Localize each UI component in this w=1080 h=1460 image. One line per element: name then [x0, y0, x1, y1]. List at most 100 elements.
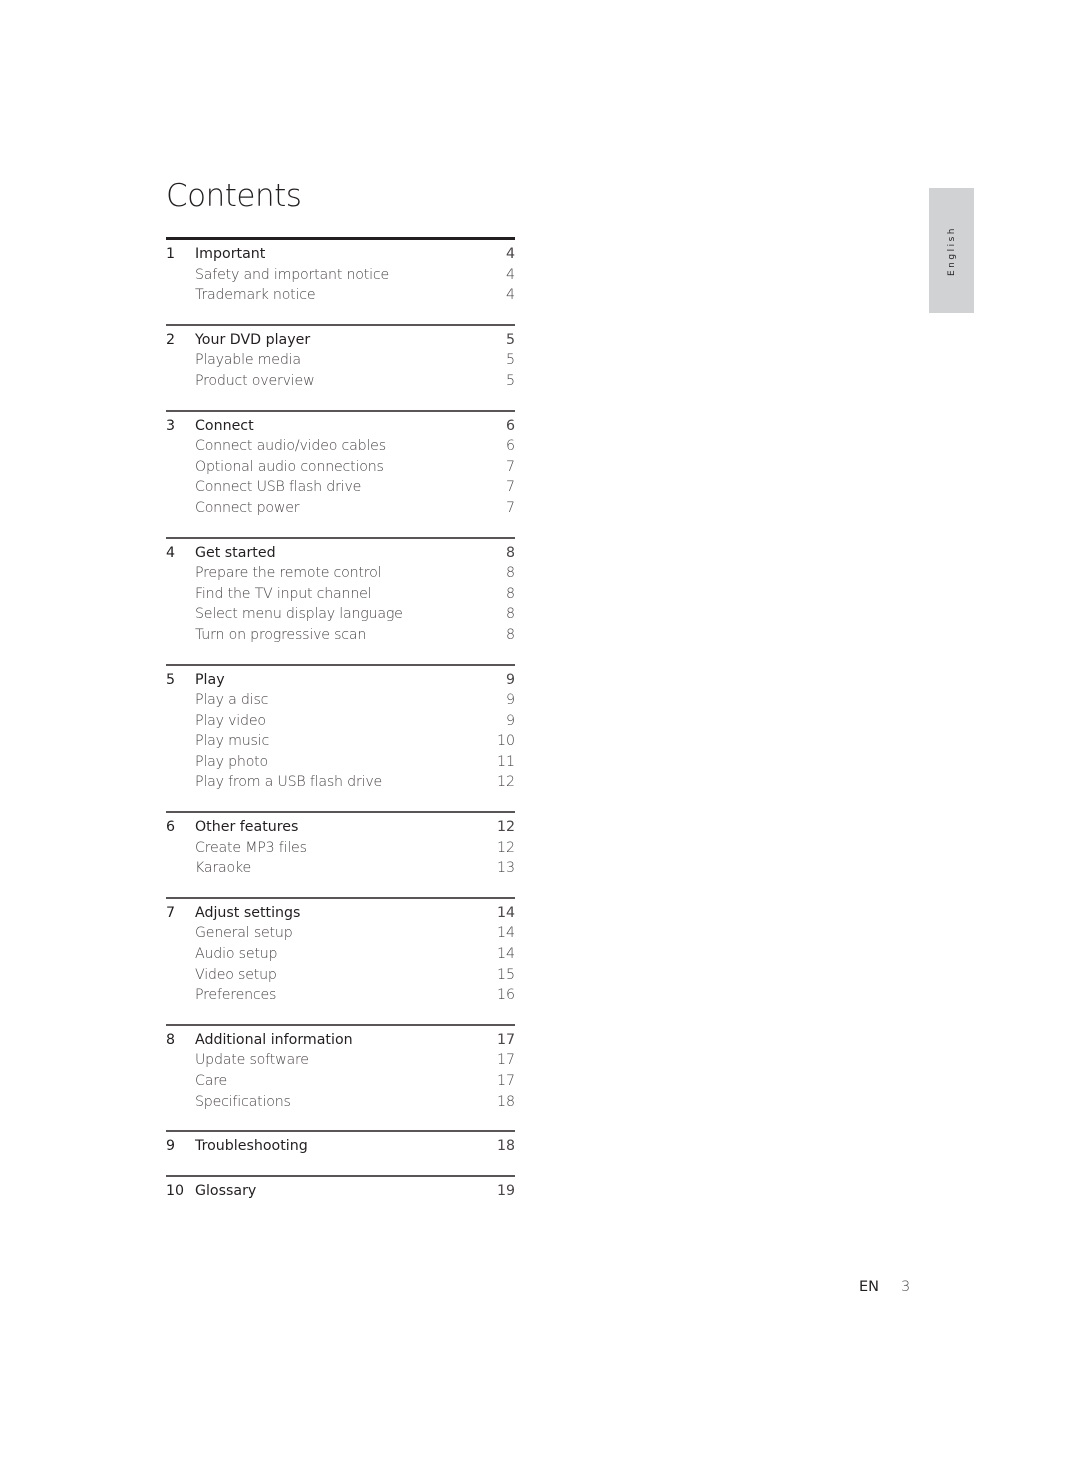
toc-label: Playable media: [195, 352, 301, 369]
toc-chapter-entry[interactable]: 4 Get started 8: [166, 545, 515, 566]
toc-label: Connect: [195, 417, 254, 434]
toc-label: Preferences: [195, 987, 277, 1004]
toc-page-number: 5: [505, 352, 515, 369]
toc-label: Select menu display language: [195, 606, 403, 623]
toc-subentry[interactable]: Play photo 11: [166, 754, 515, 775]
toc-page-number: 9: [505, 712, 515, 729]
toc-label: General setup: [195, 925, 293, 942]
toc-label: Optional audio connections: [195, 458, 384, 475]
toc-label: Play a disc: [195, 692, 269, 709]
toc-subentry[interactable]: Select menu display language 8: [166, 606, 515, 627]
toc-subentry[interactable]: Trademark notice 4: [166, 287, 515, 308]
toc-chapter-entry[interactable]: 2 Your DVD player 5: [166, 332, 515, 353]
toc-number: 1: [166, 246, 176, 262]
toc-subentry[interactable]: Turn on progressive scan 8: [166, 627, 515, 648]
toc-subentry[interactable]: Playable media 5: [166, 352, 515, 373]
toc-label: Get started: [195, 544, 276, 561]
toc-chapter-entry[interactable]: 5 Play 9: [166, 672, 515, 693]
toc-subentry[interactable]: Connect audio/video cables 6: [166, 438, 515, 459]
toc-section: 1 Important 4 Safety and important notice 4 T…: [166, 237, 515, 324]
toc-label: Audio setup: [195, 946, 278, 963]
toc-subentry[interactable]: Find the TV input channel 8: [166, 586, 515, 607]
toc-page-number: 12: [496, 819, 515, 836]
toc-subentry[interactable]: Karaoke 13: [166, 860, 515, 881]
footer-page-number: 3: [901, 1279, 911, 1295]
toc-label: Care: [195, 1073, 228, 1089]
toc-page-number: 18: [496, 1093, 515, 1110]
toc-page-number: 17: [496, 1052, 515, 1069]
toc-number: 6: [166, 819, 176, 836]
toc-subentry[interactable]: Product overview 5: [166, 373, 515, 394]
toc-subentry[interactable]: Connect power 7: [166, 500, 515, 521]
language-tab: English: [929, 188, 974, 313]
toc-subentry[interactable]: Care 17: [166, 1073, 515, 1094]
toc-subentry[interactable]: Play a disc 9: [166, 692, 515, 713]
footer-language: EN: [859, 1279, 880, 1295]
toc-label: Trademark notice: [195, 287, 316, 304]
toc-subentry[interactable]: General setup 14: [166, 925, 515, 946]
toc-label: Your DVD player: [195, 331, 311, 348]
toc-page-number: 17: [496, 1031, 515, 1048]
toc-page-number: 4: [505, 266, 515, 283]
toc-page-number: 9: [505, 671, 515, 688]
toc-subentry[interactable]: Prepare the remote control 8: [166, 565, 515, 586]
toc-page-number: 18: [496, 1138, 515, 1155]
toc-page-number: 14: [496, 946, 515, 963]
toc-page-number: 11: [496, 753, 515, 770]
toc-label: Video setup: [195, 966, 277, 983]
toc-subentry[interactable]: Specifications 18: [166, 1094, 515, 1115]
toc-label: Update software: [195, 1052, 309, 1069]
toc-number: 8: [166, 1031, 176, 1048]
toc-label: Create MP3 files: [195, 839, 307, 856]
toc-label: Play from a USB flash drive: [195, 774, 383, 791]
toc-subentry[interactable]: Connect USB flash drive 7: [166, 479, 515, 500]
toc-page-number: 10: [496, 733, 515, 750]
toc-label: Specifications: [195, 1093, 291, 1110]
toc-subentry[interactable]: Play music 10: [166, 733, 515, 754]
toc-label: Troubleshooting: [195, 1138, 308, 1155]
toc-section: 4 Get started 8 Prepare the remote control 8…: [166, 536, 515, 664]
toc-page-number: 5: [505, 372, 515, 389]
toc-page-number: 17: [496, 1073, 515, 1089]
toc-subentry[interactable]: Video setup 15: [166, 967, 515, 988]
toc-page-number: 13: [496, 860, 515, 877]
toc-page-number: 7: [505, 499, 515, 516]
toc-subentry[interactable]: Play video 9: [166, 713, 515, 734]
toc-chapter-entry[interactable]: 9 Troubleshooting 18: [166, 1138, 515, 1159]
toc-page-number: 14: [496, 904, 515, 921]
toc-subentry[interactable]: Safety and important notice 4: [166, 267, 515, 288]
toc-chapter-entry[interactable]: 3 Connect 6: [166, 418, 515, 439]
toc-number: 9: [166, 1138, 176, 1155]
toc-label: Safety and important notice: [195, 266, 390, 283]
toc-label: Important: [195, 246, 266, 262]
toc-subentry[interactable]: Preferences 16: [166, 987, 515, 1008]
toc-label: Find the TV input channel: [195, 585, 372, 602]
toc-chapter-entry[interactable]: 6 Other features 12: [166, 819, 515, 840]
toc-page-number: 12: [496, 839, 515, 856]
page-title: Contents: [166, 178, 302, 214]
toc-subentry[interactable]: Create MP3 files 12: [166, 840, 515, 861]
toc-chapter-entry[interactable]: 8 Additional information 17: [166, 1032, 515, 1053]
toc-label: Connect power: [195, 499, 300, 516]
toc-page-number: 4: [505, 246, 515, 262]
toc-section: 7 Adjust settings 14 General setup 14 Audio s…: [166, 896, 515, 1024]
toc-label: Turn on progressive scan: [195, 626, 367, 643]
toc-subentry[interactable]: Play from a USB flash drive 12: [166, 774, 515, 795]
toc-subentry[interactable]: Update software 17: [166, 1052, 515, 1073]
toc-subentry[interactable]: Optional audio connections 7: [166, 459, 515, 480]
toc-label: Connect audio/video cables: [195, 438, 386, 455]
table-of-contents: 1 Important 4 Safety and important notice 4 T…: [166, 237, 515, 1219]
toc-subentry[interactable]: Audio setup 14: [166, 946, 515, 967]
toc-number: 5: [166, 671, 176, 688]
toc-section: 3 Connect 6 Connect audio/video cables 6 Opti…: [166, 409, 515, 537]
toc-label: Play: [195, 671, 225, 688]
toc-chapter-entry[interactable]: 1 Important 4: [166, 246, 515, 267]
toc-page-number: 8: [505, 626, 515, 643]
toc-label: Play video: [195, 712, 266, 729]
toc-page-number: 8: [505, 544, 515, 561]
toc-chapter-entry[interactable]: 7 Adjust settings 14: [166, 905, 515, 926]
toc-chapter-entry[interactable]: 10 Glossary 19: [166, 1183, 515, 1204]
toc-number: 10: [166, 1182, 185, 1199]
toc-page-number: 9: [505, 692, 515, 709]
toc-label: Other features: [195, 819, 299, 836]
